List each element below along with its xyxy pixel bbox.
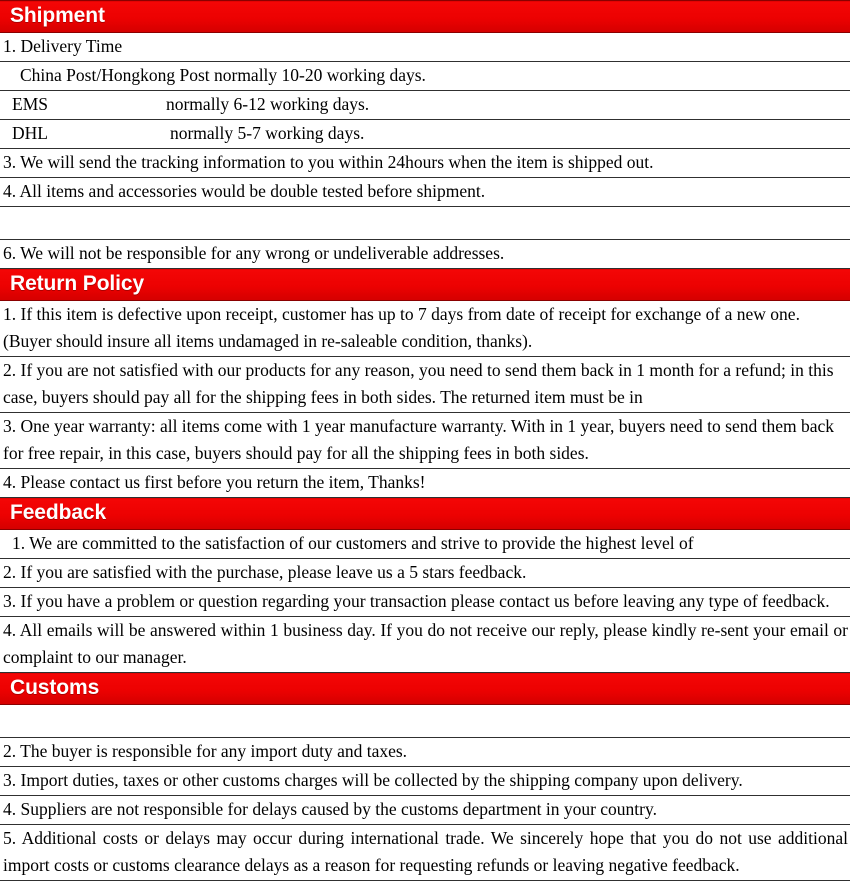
table-row: 3. One year warranty: all items come wit…	[0, 412, 850, 469]
table-row: 4. Please contact us first before you re…	[0, 468, 850, 498]
customs-row-blank	[0, 704, 850, 738]
table-row-blank	[0, 704, 850, 738]
return-policy-warranty-text: 3. One year warranty: all items come wit…	[3, 416, 835, 463]
return-policy-row-2: 2. If you are not satisfied with our pro…	[0, 356, 850, 413]
table-row: EMS normally 6-12 working days.	[0, 90, 850, 120]
shipment-row-dhl: DHL normally 5-7 working days.	[0, 119, 850, 149]
shipment-china-post-text: China Post/Hongkong Post normally 10-20 …	[20, 65, 426, 85]
table-row: 5. Additional costs or delays may occur …	[0, 824, 850, 881]
table-row: 1. We are committed to the satisfaction …	[0, 529, 850, 559]
feedback-row-3: 3. If you have a problem or question reg…	[0, 587, 850, 617]
section-header-shipment: Shipment	[0, 0, 850, 33]
section-title-return-policy: Return Policy	[10, 272, 145, 295]
shipment-dhl-value: normally 5-7 working days.	[169, 123, 365, 143]
table-row: 3. If you have a problem or question reg…	[0, 587, 850, 617]
feedback-problem-text: 3. If you have a problem or question reg…	[3, 591, 830, 611]
return-policy-row-1: 1. If this item is defective upon receip…	[0, 300, 850, 357]
section-header-cell: Feedback	[0, 497, 850, 530]
return-policy-refund-text: 2. If you are not satisfied with our pro…	[3, 360, 834, 407]
table-row: China Post/Hongkong Post normally 10-20 …	[0, 61, 850, 91]
table-row: 4. Suppliers are not responsible for del…	[0, 795, 850, 825]
feedback-row-4: 4. All emails will be answered within 1 …	[0, 616, 850, 673]
shipment-row-blank	[0, 206, 850, 240]
section-header-feedback: Feedback	[0, 497, 850, 530]
feedback-5-stars-text: 2. If you are satisfied with the purchas…	[3, 562, 527, 582]
shipment-ems-label: EMS	[12, 94, 48, 114]
table-row-blank	[0, 206, 850, 240]
section-header-return-policy: Return Policy	[0, 268, 850, 301]
customs-row-3: 3. Import duties, taxes or other customs…	[0, 766, 850, 796]
section-title-shipment: Shipment	[10, 4, 105, 27]
return-policy-row-4: 4. Please contact us first before you re…	[0, 468, 850, 498]
section-title-feedback: Feedback	[10, 501, 107, 524]
customs-duty-taxes-text: 2. The buyer is responsible for any impo…	[3, 741, 408, 761]
return-policy-contact-text: 4. Please contact us first before you re…	[3, 472, 426, 492]
section-header-customs: Customs	[0, 672, 850, 705]
table-row: 3. Import duties, taxes or other customs…	[0, 766, 850, 796]
table-row: 1. Delivery Time	[0, 32, 850, 62]
shipment-dhl-line: DHL normally 5-7 working days.	[0, 121, 850, 148]
section-title-customs: Customs	[10, 676, 100, 699]
shipment-blank-text	[0, 223, 850, 224]
table-row: 4. All emails will be answered within 1 …	[0, 616, 850, 673]
shipment-ems-value: normally 6-12 working days.	[165, 94, 370, 114]
customs-row-2: 2. The buyer is responsible for any impo…	[0, 737, 850, 767]
feedback-row-1: 1. We are committed to the satisfaction …	[0, 529, 850, 559]
customs-row-4: 4. Suppliers are not responsible for del…	[0, 795, 850, 825]
section-header-cell: Return Policy	[0, 268, 850, 301]
feedback-row-2: 2. If you are satisfied with the purchas…	[0, 558, 850, 588]
table-row: 2. The buyer is responsible for any impo…	[0, 737, 850, 767]
return-policy-defective-text: 1. If this item is defective upon receip…	[3, 304, 800, 351]
shipping-policy-table: Shipment 1. Delivery Time China Post/Hon…	[0, 0, 850, 881]
section-header-cell: Shipment	[0, 0, 850, 33]
feedback-emails-text: 4. All emails will be answered within 1 …	[3, 620, 848, 667]
customs-additional-costs-text: 5. Additional costs or delays may occur …	[3, 828, 848, 875]
shipment-row-1: 1. Delivery Time	[0, 32, 850, 62]
shipment-ems-line: EMS normally 6-12 working days.	[0, 92, 850, 119]
shipment-tracking-text: 3. We will send the tracking information…	[3, 152, 654, 172]
shipment-addresses-text: 6. We will not be responsible for any wr…	[3, 243, 505, 263]
section-header-cell: Customs	[0, 672, 850, 705]
table-row: 3. We will send the tracking information…	[0, 148, 850, 178]
customs-row-5: 5. Additional costs or delays may occur …	[0, 824, 850, 881]
shipment-row-6: 6. We will not be responsible for any wr…	[0, 239, 850, 269]
feedback-committed-text: 1. We are committed to the satisfaction …	[12, 533, 694, 553]
table-row: DHL normally 5-7 working days.	[0, 119, 850, 149]
shipment-delivery-time-label: 1. Delivery Time	[3, 36, 123, 56]
shipment-row-4: 4. All items and accessories would be do…	[0, 177, 850, 207]
shipment-row-ems: EMS normally 6-12 working days.	[0, 90, 850, 120]
table-row: 6. We will not be responsible for any wr…	[0, 239, 850, 269]
shipment-dhl-label: DHL	[12, 123, 48, 143]
customs-blank-text	[0, 721, 850, 722]
customs-delays-text: 4. Suppliers are not responsible for del…	[3, 799, 657, 819]
table-row: 2. If you are not satisfied with our pro…	[0, 356, 850, 413]
table-row: 2. If you are satisfied with the purchas…	[0, 558, 850, 588]
customs-charges-text: 3. Import duties, taxes or other customs…	[3, 770, 743, 790]
shipment-double-tested-text: 4. All items and accessories would be do…	[3, 181, 486, 201]
table-row: 1. If this item is defective upon receip…	[0, 300, 850, 357]
return-policy-row-3: 3. One year warranty: all items come wit…	[0, 412, 850, 469]
shipment-row-china-post: China Post/Hongkong Post normally 10-20 …	[0, 61, 850, 91]
table-row: 4. All items and accessories would be do…	[0, 177, 850, 207]
shipment-row-3: 3. We will send the tracking information…	[0, 148, 850, 178]
